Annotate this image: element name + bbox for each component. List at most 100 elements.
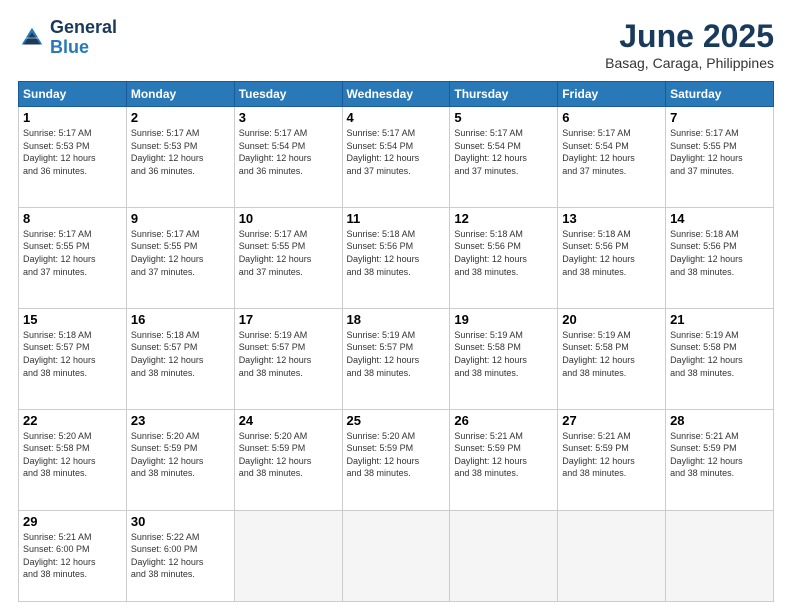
col-header-wednesday: Wednesday — [342, 82, 450, 107]
header: General Blue June 2025 Basag, Caraga, Ph… — [18, 18, 774, 71]
day-cell — [342, 510, 450, 602]
day-cell: 19 Sunrise: 5:19 AM Sunset: 5:58 PM Dayli… — [450, 308, 558, 409]
logo-line2: Blue — [50, 38, 117, 58]
calendar-table: SundayMondayTuesdayWednesdayThursdayFrid… — [18, 81, 774, 602]
day-info: Sunrise: 5:19 AM Sunset: 5:57 PM Dayligh… — [239, 329, 338, 379]
col-header-tuesday: Tuesday — [234, 82, 342, 107]
day-number: 17 — [239, 312, 338, 327]
day-cell: 8Sunrise: 5:17 AM Sunset: 5:55 PM Daylig… — [19, 207, 127, 308]
day-cell: 7Sunrise: 5:17 AM Sunset: 5:55 PM Daylig… — [666, 107, 774, 208]
day-cell: 1 Sunrise: 5:17 AM Sunset: 5:53 PM Daylig… — [19, 107, 127, 208]
day-number: 10 — [239, 211, 338, 226]
day-cell: 9Sunrise: 5:17 AM Sunset: 5:55 PM Daylig… — [126, 207, 234, 308]
day-number: 27 — [562, 413, 661, 428]
day-info: Sunrise: 5:21 AM Sunset: 5:59 PM Dayligh… — [454, 430, 553, 480]
day-info: Sunrise: 5:18 AM Sunset: 5:56 PM Dayligh… — [670, 228, 769, 278]
day-info: Sunrise: 5:17 AM Sunset: 5:53 PM Dayligh… — [131, 127, 230, 177]
week-row-5: 29 Sunrise: 5:21 AM Sunset: 6:00 PM Dayli… — [19, 510, 774, 602]
day-cell: 20Sunrise: 5:19 AM Sunset: 5:58 PM Dayli… — [558, 308, 666, 409]
day-cell: 30 Sunrise: 5:22 AM Sunset: 6:00 PM Dayli… — [126, 510, 234, 602]
day-number: 3 — [239, 110, 338, 125]
day-number: 23 — [131, 413, 230, 428]
day-number: 6 — [562, 110, 661, 125]
day-info: Sunrise: 5:19 AM Sunset: 5:58 PM Dayligh… — [454, 329, 553, 379]
day-info: Sunrise: 5:17 AM Sunset: 5:55 PM Dayligh… — [239, 228, 338, 278]
day-number: 29 — [23, 514, 122, 529]
day-cell: 2 Sunrise: 5:17 AM Sunset: 5:53 PM Daylig… — [126, 107, 234, 208]
day-info: Sunrise: 5:17 AM Sunset: 5:54 PM Dayligh… — [562, 127, 661, 177]
day-info: Sunrise: 5:18 AM Sunset: 5:56 PM Dayligh… — [562, 228, 661, 278]
day-cell: 24 Sunrise: 5:20 AM Sunset: 5:59 PM Dayli… — [234, 409, 342, 510]
col-header-monday: Monday — [126, 82, 234, 107]
title-block: June 2025 Basag, Caraga, Philippines — [605, 18, 774, 71]
day-info: Sunrise: 5:20 AM Sunset: 5:59 PM Dayligh… — [347, 430, 446, 480]
header-row: SundayMondayTuesdayWednesdayThursdayFrid… — [19, 82, 774, 107]
day-number: 14 — [670, 211, 769, 226]
day-info: Sunrise: 5:18 AM Sunset: 5:56 PM Dayligh… — [347, 228, 446, 278]
day-info: Sunrise: 5:20 AM Sunset: 5:59 PM Dayligh… — [131, 430, 230, 480]
day-info: Sunrise: 5:21 AM Sunset: 6:00 PM Dayligh… — [23, 531, 122, 581]
day-number: 2 — [131, 110, 230, 125]
day-cell: 23 Sunrise: 5:20 AM Sunset: 5:59 PM Dayli… — [126, 409, 234, 510]
day-number: 5 — [454, 110, 553, 125]
day-cell — [666, 510, 774, 602]
day-cell: 26 Sunrise: 5:21 AM Sunset: 5:59 PM Dayli… — [450, 409, 558, 510]
col-header-sunday: Sunday — [19, 82, 127, 107]
day-info: Sunrise: 5:17 AM Sunset: 5:55 PM Dayligh… — [670, 127, 769, 177]
day-number: 21 — [670, 312, 769, 327]
day-cell: 14 Sunrise: 5:18 AM Sunset: 5:56 PM Dayli… — [666, 207, 774, 308]
day-info: Sunrise: 5:21 AM Sunset: 5:59 PM Dayligh… — [670, 430, 769, 480]
day-cell: 15Sunrise: 5:18 AM Sunset: 5:57 PM Dayli… — [19, 308, 127, 409]
page: General Blue June 2025 Basag, Caraga, Ph… — [0, 0, 792, 612]
day-cell — [234, 510, 342, 602]
day-number: 30 — [131, 514, 230, 529]
day-info: Sunrise: 5:20 AM Sunset: 5:58 PM Dayligh… — [23, 430, 122, 480]
calendar-title: June 2025 — [605, 18, 774, 55]
day-number: 1 — [23, 110, 122, 125]
day-number: 24 — [239, 413, 338, 428]
day-info: Sunrise: 5:21 AM Sunset: 5:59 PM Dayligh… — [562, 430, 661, 480]
day-info: Sunrise: 5:22 AM Sunset: 6:00 PM Dayligh… — [131, 531, 230, 581]
day-info: Sunrise: 5:19 AM Sunset: 5:58 PM Dayligh… — [562, 329, 661, 379]
day-cell: 17 Sunrise: 5:19 AM Sunset: 5:57 PM Dayli… — [234, 308, 342, 409]
day-number: 13 — [562, 211, 661, 226]
day-info: Sunrise: 5:18 AM Sunset: 5:56 PM Dayligh… — [454, 228, 553, 278]
day-cell: 13 Sunrise: 5:18 AM Sunset: 5:56 PM Dayli… — [558, 207, 666, 308]
logo-line1: General — [50, 18, 117, 38]
day-info: Sunrise: 5:17 AM Sunset: 5:55 PM Dayligh… — [131, 228, 230, 278]
week-row-4: 22 Sunrise: 5:20 AM Sunset: 5:58 PM Dayli… — [19, 409, 774, 510]
day-number: 26 — [454, 413, 553, 428]
day-cell: 10 Sunrise: 5:17 AM Sunset: 5:55 PM Dayli… — [234, 207, 342, 308]
col-header-friday: Friday — [558, 82, 666, 107]
day-number: 16 — [131, 312, 230, 327]
day-cell: 29 Sunrise: 5:21 AM Sunset: 6:00 PM Dayli… — [19, 510, 127, 602]
day-number: 19 — [454, 312, 553, 327]
week-row-2: 8Sunrise: 5:17 AM Sunset: 5:55 PM Daylig… — [19, 207, 774, 308]
day-number: 15 — [23, 312, 122, 327]
col-header-saturday: Saturday — [666, 82, 774, 107]
day-info: Sunrise: 5:20 AM Sunset: 5:59 PM Dayligh… — [239, 430, 338, 480]
day-cell: 16Sunrise: 5:18 AM Sunset: 5:57 PM Dayli… — [126, 308, 234, 409]
logo-text: General Blue — [50, 18, 117, 58]
week-row-1: 1 Sunrise: 5:17 AM Sunset: 5:53 PM Daylig… — [19, 107, 774, 208]
day-cell — [558, 510, 666, 602]
day-number: 4 — [347, 110, 446, 125]
day-number: 22 — [23, 413, 122, 428]
day-number: 25 — [347, 413, 446, 428]
day-info: Sunrise: 5:17 AM Sunset: 5:54 PM Dayligh… — [239, 127, 338, 177]
day-cell: 18Sunrise: 5:19 AM Sunset: 5:57 PM Dayli… — [342, 308, 450, 409]
day-cell: 5 Sunrise: 5:17 AM Sunset: 5:54 PM Daylig… — [450, 107, 558, 208]
day-info: Sunrise: 5:17 AM Sunset: 5:54 PM Dayligh… — [454, 127, 553, 177]
day-info: Sunrise: 5:17 AM Sunset: 5:53 PM Dayligh… — [23, 127, 122, 177]
logo-icon — [18, 24, 46, 52]
day-info: Sunrise: 5:19 AM Sunset: 5:58 PM Dayligh… — [670, 329, 769, 379]
day-info: Sunrise: 5:17 AM Sunset: 5:54 PM Dayligh… — [347, 127, 446, 177]
day-cell — [450, 510, 558, 602]
calendar-subtitle: Basag, Caraga, Philippines — [605, 55, 774, 71]
day-cell: 4 Sunrise: 5:17 AM Sunset: 5:54 PM Daylig… — [342, 107, 450, 208]
week-row-3: 15Sunrise: 5:18 AM Sunset: 5:57 PM Dayli… — [19, 308, 774, 409]
day-cell: 22 Sunrise: 5:20 AM Sunset: 5:58 PM Dayli… — [19, 409, 127, 510]
day-info: Sunrise: 5:19 AM Sunset: 5:57 PM Dayligh… — [347, 329, 446, 379]
day-number: 12 — [454, 211, 553, 226]
day-cell: 12 Sunrise: 5:18 AM Sunset: 5:56 PM Dayli… — [450, 207, 558, 308]
